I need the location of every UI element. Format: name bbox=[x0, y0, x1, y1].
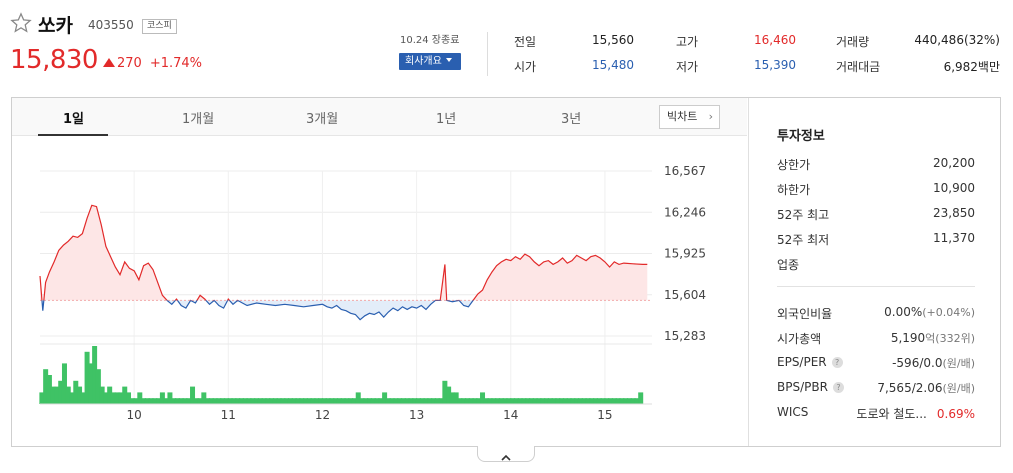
info-label: BPS/PBR? bbox=[777, 380, 844, 394]
company-overview-button[interactable]: 회사개요 bbox=[399, 53, 461, 70]
stat-value-high: 16,460 bbox=[754, 33, 796, 47]
info-label-text: BPS/PBR bbox=[777, 380, 828, 394]
trade-date: 10.24 장종료 bbox=[400, 35, 460, 46]
x-tick-label: 13 bbox=[409, 408, 424, 422]
info-value-sub: 억(332위) bbox=[925, 332, 975, 345]
x-tick-label: 15 bbox=[597, 408, 612, 422]
invest-info-panel: 투자정보 상한가 20,200 하한가 10,900 52주 최고 23,850… bbox=[748, 98, 1000, 446]
stat-label-volume: 거래량 bbox=[836, 35, 870, 49]
market-badge: 코스피 bbox=[142, 19, 177, 34]
info-label: 업종 bbox=[777, 258, 800, 272]
info-value-sub: (원/배) bbox=[942, 382, 975, 395]
help-icon[interactable]: ? bbox=[831, 357, 843, 368]
info-row-market-cap: 시가총액 5,190억(332위) bbox=[777, 330, 975, 348]
info-value: 5,190억(332위) bbox=[891, 330, 975, 346]
caret-down-icon bbox=[445, 58, 452, 62]
chevron-right-icon: › bbox=[708, 110, 713, 123]
info-label: EPS/PER? bbox=[777, 355, 843, 369]
tab-1month[interactable]: 1개월 bbox=[182, 108, 214, 127]
x-tick-label: 12 bbox=[315, 408, 330, 422]
info-value: 20,200 bbox=[933, 156, 975, 170]
info-value: 11,370 bbox=[933, 231, 975, 245]
info-row-sector: 업종 bbox=[777, 256, 975, 274]
info-label: 외국인비율 bbox=[777, 307, 833, 321]
bigchart-label: 빅차트 bbox=[667, 110, 698, 123]
stock-code: 403550 bbox=[88, 18, 134, 32]
info-value-main: -596/0.0 bbox=[892, 356, 943, 370]
chart-panel: 1일 1개월 3개월 1년 3년 빅차트 › 16,567 16,246 15,925… bbox=[11, 97, 1001, 447]
wics-sector-link[interactable]: 도로와 철도... bbox=[856, 407, 926, 421]
stock-header: 쏘카 403550 코스피 15,830 270 +1.74% 10.24 장종료… bbox=[0, 0, 1013, 96]
divider bbox=[777, 286, 975, 287]
price-change: 270 +1.74% bbox=[103, 56, 202, 71]
chart-area: 1일 1개월 3개월 1년 3년 빅차트 › 16,567 16,246 15,925… bbox=[12, 98, 747, 446]
info-row-52w-low: 52주 최저 11,370 bbox=[777, 231, 975, 249]
stat-label-low: 저가 bbox=[676, 60, 699, 74]
info-value-sub: (원/배) bbox=[942, 357, 975, 370]
info-value-main: 0.00% bbox=[884, 305, 923, 319]
info-label-text: EPS/PER bbox=[777, 355, 827, 369]
info-row-eps-per: EPS/PER? -596/0.0(원/배) bbox=[777, 355, 975, 373]
up-arrow-icon bbox=[103, 58, 115, 67]
info-value: 7,565/2.06(원/배) bbox=[877, 380, 975, 396]
info-value-main: 7,565/2.06 bbox=[877, 381, 943, 395]
info-value: -596/0.0(원/배) bbox=[892, 355, 975, 371]
info-label: 52주 최저 bbox=[777, 233, 830, 247]
tab-3month[interactable]: 3개월 bbox=[306, 108, 338, 127]
y-tick-label: 15,283 bbox=[664, 329, 706, 343]
info-row-52w-high: 52주 최고 23,850 bbox=[777, 206, 975, 224]
collapse-toggle[interactable] bbox=[477, 446, 535, 462]
invest-info-title: 투자정보 bbox=[777, 129, 825, 144]
info-row-lower-limit: 하한가 10,900 bbox=[777, 181, 975, 199]
x-tick-label: 14 bbox=[503, 408, 518, 422]
info-row-foreign-ratio: 외국인비율 0.00%(+0.04%) bbox=[777, 305, 975, 323]
volume-bar bbox=[638, 392, 644, 404]
x-tick-label: 10 bbox=[127, 408, 142, 422]
x-tick-label: 11 bbox=[221, 408, 236, 422]
stock-name: 쏘카 bbox=[38, 15, 73, 37]
company-overview-label: 회사개요 bbox=[405, 56, 442, 67]
info-value: 23,850 bbox=[933, 206, 975, 220]
info-row-upper-limit: 상한가 20,200 bbox=[777, 156, 975, 174]
stat-label-open: 시가 bbox=[514, 60, 537, 74]
stat-value-low: 15,390 bbox=[754, 58, 796, 72]
period-tabs: 1일 1개월 3개월 1년 3년 빅차트 › bbox=[12, 98, 747, 136]
y-tick-label: 16,567 bbox=[664, 164, 706, 178]
wics-change: 0.69% bbox=[936, 407, 975, 421]
info-row-bps-pbr: BPS/PBR? 7,565/2.06(원/배) bbox=[777, 380, 975, 398]
tab-1day[interactable]: 1일 bbox=[63, 108, 84, 127]
info-row-wics: WICS 도로와 철도... 0.69% bbox=[777, 405, 975, 423]
help-icon[interactable]: ? bbox=[832, 382, 844, 393]
stat-label-trade-value: 거래대금 bbox=[836, 60, 881, 74]
info-value-sub: (+0.04%) bbox=[922, 306, 975, 319]
stat-label-high: 고가 bbox=[676, 35, 699, 49]
info-value-main: 5,190 bbox=[890, 331, 926, 345]
current-price: 15,830 bbox=[10, 45, 98, 75]
bigchart-button[interactable]: 빅차트 › bbox=[659, 105, 720, 129]
divider bbox=[487, 32, 488, 76]
price-chart[interactable]: 16,567 16,246 15,925 15,604 15,283 10 11 12 13 14… bbox=[12, 136, 747, 446]
tab-3year[interactable]: 3년 bbox=[561, 108, 581, 127]
stat-value-prev-close: 15,560 bbox=[592, 33, 634, 47]
info-label: 시가총액 bbox=[777, 332, 822, 346]
tab-1year[interactable]: 1년 bbox=[436, 108, 456, 127]
y-tick-label: 15,604 bbox=[664, 288, 706, 302]
info-label: 하한가 bbox=[777, 183, 811, 197]
info-label: WICS bbox=[777, 405, 809, 419]
stat-value-open: 15,480 bbox=[592, 58, 634, 72]
y-tick-label: 15,925 bbox=[664, 247, 706, 261]
stat-label-prev-close: 전일 bbox=[514, 35, 537, 49]
info-label: 상한가 bbox=[777, 158, 811, 172]
chevron-up-icon bbox=[501, 454, 511, 461]
favorite-star-icon[interactable] bbox=[10, 12, 32, 34]
info-value: 0.00%(+0.04%) bbox=[884, 305, 975, 319]
stat-value-volume: 440,486(32%) bbox=[914, 33, 1000, 47]
change-percent: +1.74% bbox=[149, 56, 203, 71]
y-tick-label: 16,246 bbox=[664, 205, 706, 219]
info-value: 도로와 철도... 0.69% bbox=[856, 405, 975, 422]
info-value: 10,900 bbox=[933, 181, 975, 195]
info-label: 52주 최고 bbox=[777, 208, 830, 222]
stat-value-trade-value: 6,982백만 bbox=[943, 60, 1000, 74]
change-amount: 270 bbox=[117, 56, 142, 71]
